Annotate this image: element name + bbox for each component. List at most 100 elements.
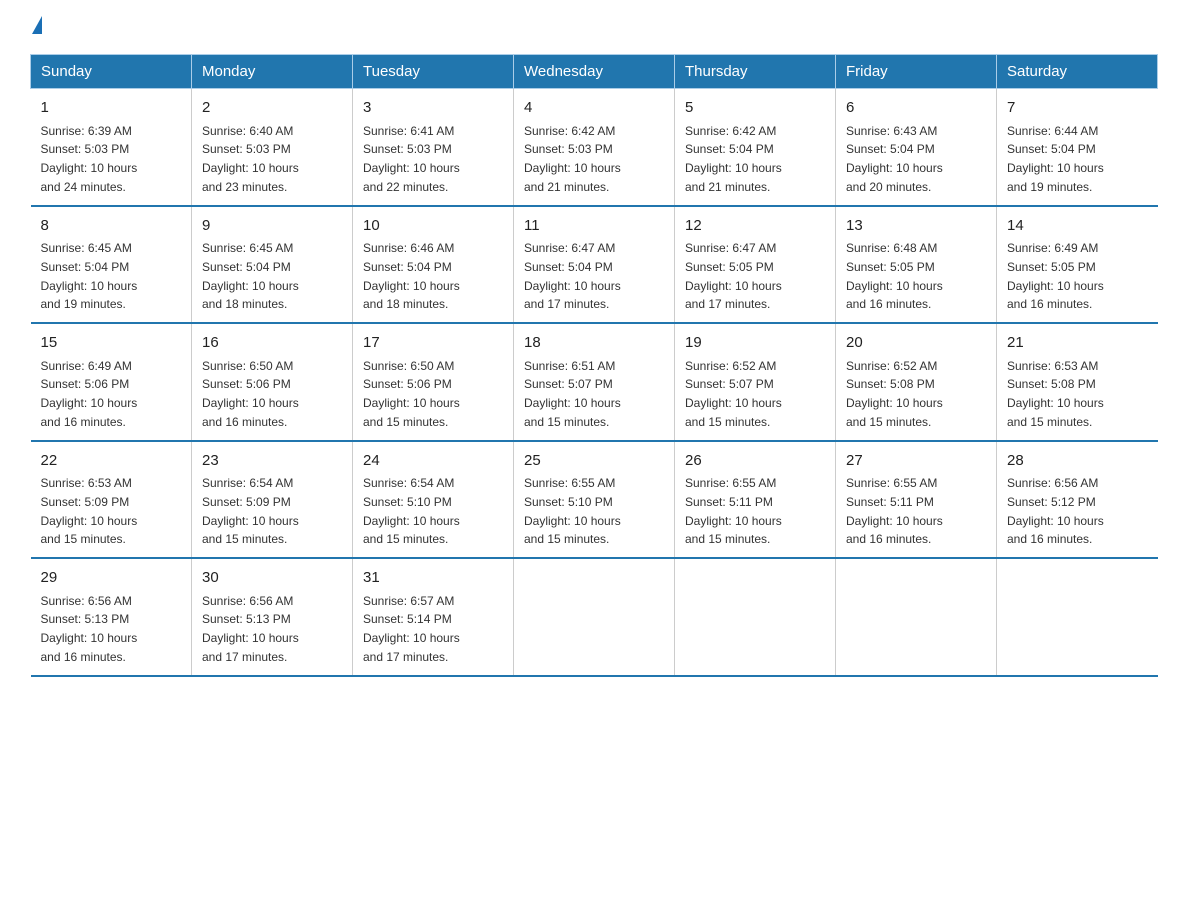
header-day-friday: Friday (836, 55, 997, 89)
calendar-cell: 6Sunrise: 6:43 AMSunset: 5:04 PMDaylight… (836, 89, 997, 206)
logo-triangle-icon (32, 16, 42, 34)
day-info: Sunrise: 6:42 AMSunset: 5:03 PMDaylight:… (524, 124, 621, 194)
calendar-week-row: 8 Sunrise: 6:45 AMSunset: 5:04 PMDaylight… (31, 206, 1158, 324)
day-info: Sunrise: 6:47 AMSunset: 5:04 PMDaylight:… (524, 241, 621, 311)
day-number: 7 (1007, 97, 1148, 120)
day-number: 8 (41, 215, 182, 238)
header-day-saturday: Saturday (997, 55, 1158, 89)
calendar-header: SundayMondayTuesdayWednesdayThursdayFrid… (31, 55, 1158, 89)
calendar-cell: 16 Sunrise: 6:50 AMSunset: 5:06 PMDayligh… (192, 323, 353, 441)
calendar-cell: 9 Sunrise: 6:45 AMSunset: 5:04 PMDaylight… (192, 206, 353, 324)
header-day-tuesday: Tuesday (353, 55, 514, 89)
calendar-cell: 18 Sunrise: 6:51 AMSunset: 5:07 PMDayligh… (514, 323, 675, 441)
day-number: 26 (685, 450, 825, 473)
day-info: Sunrise: 6:53 AMSunset: 5:09 PMDaylight:… (41, 476, 138, 546)
calendar-week-row: 22 Sunrise: 6:53 AMSunset: 5:09 PMDayligh… (31, 441, 1158, 559)
day-number: 10 (363, 215, 503, 238)
calendar-cell: 25 Sunrise: 6:55 AMSunset: 5:10 PMDayligh… (514, 441, 675, 559)
calendar-cell: 30 Sunrise: 6:56 AMSunset: 5:13 PMDayligh… (192, 558, 353, 676)
calendar-cell (514, 558, 675, 676)
day-info: Sunrise: 6:50 AMSunset: 5:06 PMDaylight:… (363, 359, 460, 429)
calendar-cell: 7 Sunrise: 6:44 AMSunset: 5:04 PMDaylight… (997, 89, 1158, 206)
day-number: 5 (685, 97, 825, 120)
day-info: Sunrise: 6:45 AMSunset: 5:04 PMDaylight:… (41, 241, 138, 311)
calendar-cell: 19 Sunrise: 6:52 AMSunset: 5:07 PMDayligh… (675, 323, 836, 441)
day-info: Sunrise: 6:50 AMSunset: 5:06 PMDaylight:… (202, 359, 299, 429)
day-info: Sunrise: 6:51 AMSunset: 5:07 PMDaylight:… (524, 359, 621, 429)
calendar-cell: 22 Sunrise: 6:53 AMSunset: 5:09 PMDayligh… (31, 441, 192, 559)
day-number: 2 (202, 97, 342, 120)
day-number: 1 (41, 97, 182, 120)
calendar-cell: 17 Sunrise: 6:50 AMSunset: 5:06 PMDayligh… (353, 323, 514, 441)
day-number: 18 (524, 332, 664, 355)
calendar-cell: 29 Sunrise: 6:56 AMSunset: 5:13 PMDayligh… (31, 558, 192, 676)
day-number: 19 (685, 332, 825, 355)
day-info: Sunrise: 6:56 AMSunset: 5:13 PMDaylight:… (202, 594, 299, 664)
calendar-week-row: 1 Sunrise: 6:39 AMSunset: 5:03 PMDaylight… (31, 89, 1158, 206)
day-number: 31 (363, 567, 503, 590)
calendar-week-row: 15Sunrise: 6:49 AMSunset: 5:06 PMDayligh… (31, 323, 1158, 441)
day-info: Sunrise: 6:49 AMSunset: 5:05 PMDaylight:… (1007, 241, 1104, 311)
day-number: 30 (202, 567, 342, 590)
calendar-cell: 27 Sunrise: 6:55 AMSunset: 5:11 PMDayligh… (836, 441, 997, 559)
day-info: Sunrise: 6:56 AMSunset: 5:12 PMDaylight:… (1007, 476, 1104, 546)
logo (30, 20, 42, 34)
calendar-cell: 12 Sunrise: 6:47 AMSunset: 5:05 PMDayligh… (675, 206, 836, 324)
day-info: Sunrise: 6:52 AMSunset: 5:07 PMDaylight:… (685, 359, 782, 429)
header-day-thursday: Thursday (675, 55, 836, 89)
calendar-cell: 23 Sunrise: 6:54 AMSunset: 5:09 PMDayligh… (192, 441, 353, 559)
day-number: 28 (1007, 450, 1148, 473)
calendar-cell (997, 558, 1158, 676)
day-info: Sunrise: 6:54 AMSunset: 5:09 PMDaylight:… (202, 476, 299, 546)
calendar-body: 1 Sunrise: 6:39 AMSunset: 5:03 PMDaylight… (31, 89, 1158, 676)
header-day-wednesday: Wednesday (514, 55, 675, 89)
day-info: Sunrise: 6:44 AMSunset: 5:04 PMDaylight:… (1007, 124, 1104, 194)
day-number: 3 (363, 97, 503, 120)
calendar-cell: 3 Sunrise: 6:41 AMSunset: 5:03 PMDaylight… (353, 89, 514, 206)
day-number: 21 (1007, 332, 1148, 355)
calendar-cell (836, 558, 997, 676)
day-number: 29 (41, 567, 182, 590)
calendar-cell: 1 Sunrise: 6:39 AMSunset: 5:03 PMDaylight… (31, 89, 192, 206)
day-info: Sunrise: 6:56 AMSunset: 5:13 PMDaylight:… (41, 594, 138, 664)
day-number: 25 (524, 450, 664, 473)
day-number: 12 (685, 215, 825, 238)
calendar-cell: 15Sunrise: 6:49 AMSunset: 5:06 PMDayligh… (31, 323, 192, 441)
day-info: Sunrise: 6:52 AMSunset: 5:08 PMDaylight:… (846, 359, 943, 429)
day-number: 22 (41, 450, 182, 473)
day-info: Sunrise: 6:57 AMSunset: 5:14 PMDaylight:… (363, 594, 460, 664)
day-info: Sunrise: 6:47 AMSunset: 5:05 PMDaylight:… (685, 241, 782, 311)
day-number: 17 (363, 332, 503, 355)
calendar-week-row: 29 Sunrise: 6:56 AMSunset: 5:13 PMDayligh… (31, 558, 1158, 676)
header-row: SundayMondayTuesdayWednesdayThursdayFrid… (31, 55, 1158, 89)
day-info: Sunrise: 6:46 AMSunset: 5:04 PMDaylight:… (363, 241, 460, 311)
calendar-cell: 31 Sunrise: 6:57 AMSunset: 5:14 PMDayligh… (353, 558, 514, 676)
calendar-cell: 21 Sunrise: 6:53 AMSunset: 5:08 PMDayligh… (997, 323, 1158, 441)
day-number: 14 (1007, 215, 1148, 238)
day-number: 9 (202, 215, 342, 238)
day-info: Sunrise: 6:39 AMSunset: 5:03 PMDaylight:… (41, 124, 138, 194)
day-number: 13 (846, 215, 986, 238)
day-number: 27 (846, 450, 986, 473)
day-info: Sunrise: 6:45 AMSunset: 5:04 PMDaylight:… (202, 241, 299, 311)
day-info: Sunrise: 6:55 AMSunset: 5:11 PMDaylight:… (846, 476, 943, 546)
day-number: 11 (524, 215, 664, 238)
day-number: 16 (202, 332, 342, 355)
calendar-cell: 20 Sunrise: 6:52 AMSunset: 5:08 PMDayligh… (836, 323, 997, 441)
day-info: Sunrise: 6:42 AMSunset: 5:04 PMDaylight:… (685, 124, 782, 194)
calendar-cell: 2Sunrise: 6:40 AMSunset: 5:03 PMDaylight… (192, 89, 353, 206)
day-info: Sunrise: 6:48 AMSunset: 5:05 PMDaylight:… (846, 241, 943, 311)
calendar-cell: 5 Sunrise: 6:42 AMSunset: 5:04 PMDaylight… (675, 89, 836, 206)
calendar-cell: 13 Sunrise: 6:48 AMSunset: 5:05 PMDayligh… (836, 206, 997, 324)
calendar-cell (675, 558, 836, 676)
day-info: Sunrise: 6:54 AMSunset: 5:10 PMDaylight:… (363, 476, 460, 546)
day-info: Sunrise: 6:49 AMSunset: 5:06 PMDaylight:… (41, 359, 138, 429)
calendar-cell: 4Sunrise: 6:42 AMSunset: 5:03 PMDaylight… (514, 89, 675, 206)
day-number: 23 (202, 450, 342, 473)
calendar-cell: 11 Sunrise: 6:47 AMSunset: 5:04 PMDayligh… (514, 206, 675, 324)
day-info: Sunrise: 6:41 AMSunset: 5:03 PMDaylight:… (363, 124, 460, 194)
day-info: Sunrise: 6:53 AMSunset: 5:08 PMDaylight:… (1007, 359, 1104, 429)
page-header (30, 20, 1158, 34)
day-number: 20 (846, 332, 986, 355)
day-info: Sunrise: 6:55 AMSunset: 5:10 PMDaylight:… (524, 476, 621, 546)
